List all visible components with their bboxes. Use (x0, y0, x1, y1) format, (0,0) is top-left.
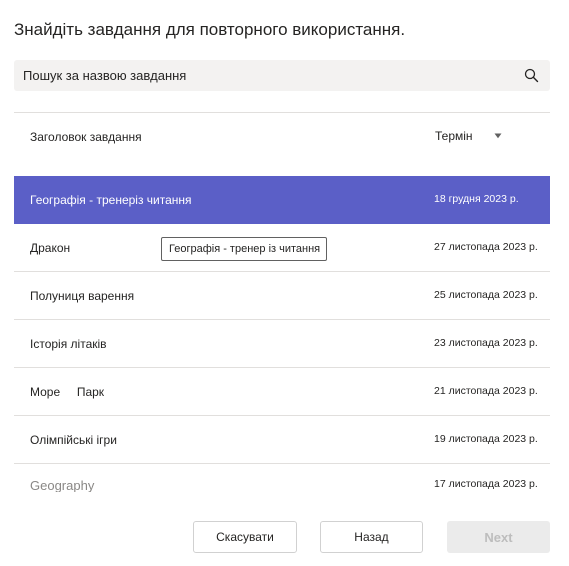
item-due-date: 21 листопада 2023 р. (434, 385, 538, 397)
list-item[interactable]: Полуниця варення 25 листопада 2023 р. (14, 272, 550, 320)
item-title: Історія літаків (30, 337, 107, 351)
item-due-date: 25 листопада 2023 р. (434, 289, 538, 301)
list-item[interactable]: Geography 17 листопада 2023 р. (14, 464, 550, 492)
list-item[interactable]: Море Парк 21 листопада 2023 р. (14, 368, 550, 416)
item-title: Географія - тренеріз читання (30, 193, 192, 207)
item-due-date: 18 грудня 2023 р. (434, 193, 519, 205)
next-button[interactable]: Next (447, 521, 550, 553)
item-due-date: 23 листопада 2023 р. (434, 337, 538, 349)
item-title: Олімпійські ігри (30, 433, 117, 447)
search-box[interactable] (14, 60, 550, 91)
item-title: Полуниця варення (30, 289, 135, 303)
item-due-date: 17 листопада 2023 р. (434, 478, 538, 490)
column-header-due[interactable]: Термін (435, 129, 473, 143)
assignment-list[interactable]: Географія - тренеріз читання 18 грудня 2… (14, 176, 550, 492)
back-button[interactable]: Назад (320, 521, 423, 553)
search-icon[interactable] (524, 68, 539, 83)
item-title: Море Парк (30, 385, 105, 399)
list-item[interactable]: Олімпійські ігри 19 листопада 2023 р. (14, 416, 550, 464)
caret-down-icon[interactable] (494, 133, 502, 139)
search-input[interactable] (23, 60, 503, 91)
header-divider (14, 112, 550, 113)
item-title: Дракон (30, 241, 71, 255)
title-tooltip: Географія - тренер із читання (161, 237, 328, 261)
list-item[interactable]: Географія - тренеріз читання 18 грудня 2… (14, 176, 550, 224)
cancel-button[interactable]: Скасувати (193, 521, 297, 553)
column-header-title[interactable]: Заголовок завдання (30, 130, 142, 144)
item-due-date: 19 листопада 2023 р. (434, 433, 538, 445)
list-item[interactable]: Історія літаків 23 листопада 2023 р. (14, 320, 550, 368)
item-due-date: 27 листопада 2023 р. (434, 241, 538, 253)
item-title: Geography (30, 478, 95, 492)
dialog-title: Знайдіть завдання для повторного викорис… (14, 20, 406, 39)
